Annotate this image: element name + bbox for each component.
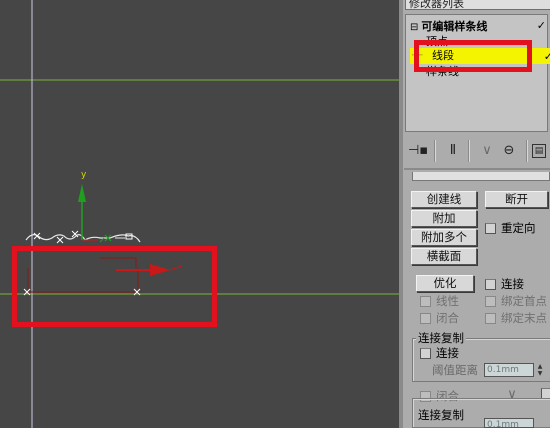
show-end-result-icon[interactable]: Ⅱ — [444, 142, 462, 160]
attach-button[interactable]: 附加 — [411, 210, 477, 227]
closed-checkbox[interactable]: 闭合 — [420, 311, 459, 326]
bottom-connect-copy-title: 连接复制 — [416, 408, 466, 422]
pin-stack-icon[interactable]: ⊣▪ — [408, 142, 428, 160]
connect-copy-title: 连接复制 — [416, 331, 466, 345]
linear-checkbox[interactable]: 线性 — [420, 294, 459, 309]
axis-y-arrow-icon — [78, 184, 86, 202]
checkbox-icon[interactable] — [420, 296, 431, 307]
viewport[interactable]: y — [0, 0, 399, 428]
checkbox-icon[interactable] — [420, 348, 431, 359]
configure-sets-icon[interactable]: ▤ — [532, 144, 546, 158]
bind-first-checkbox[interactable]: 绑定首点 — [485, 294, 547, 309]
bind-last-checkbox[interactable]: 绑定末点 — [485, 311, 547, 326]
connect-copy-checkbox[interactable]: 连接 — [420, 346, 459, 361]
stack-item-editable-spline[interactable]: ⊟ 可编辑样条线 — [410, 19, 487, 35]
cross-section-button[interactable]: 横截面 — [411, 248, 477, 265]
spline-vertices — [33, 230, 79, 244]
stack-visible-check-icon[interactable]: ✓ — [544, 50, 550, 63]
threshold-distance-label: 阈值距离 — [432, 363, 478, 377]
checkbox-icon[interactable] — [485, 223, 496, 234]
checkbox-icon[interactable] — [420, 313, 431, 324]
refine-button[interactable]: 优化 — [416, 275, 474, 292]
create-line-button[interactable]: 创建线 — [411, 191, 477, 208]
axis-y-label: y — [81, 170, 87, 180]
make-unique-icon[interactable]: ∨ — [478, 142, 496, 160]
annotation-box-stack — [414, 40, 532, 72]
break-button[interactable]: 断开 — [485, 191, 548, 208]
threshold-spinner-arrows-icon[interactable]: ▲ ▼ — [536, 363, 544, 377]
checkbox-icon[interactable] — [485, 279, 496, 290]
connect-checkbox[interactable]: 连接 — [485, 277, 524, 292]
remove-modifier-icon[interactable]: ⊖ — [500, 142, 518, 160]
geometry-rollout-title[interactable] — [412, 172, 550, 181]
rollout-divider — [404, 168, 550, 170]
stack-visible-check-icon[interactable]: ✓ — [537, 19, 546, 32]
modifier-stack[interactable]: ⊟ 可编辑样条线 ✓ 顶点 ┈┈ 线段 ✓ 样条线 — [405, 14, 550, 132]
annotation-box-viewport — [12, 246, 217, 327]
vertex-handle — [125, 233, 133, 240]
threshold-distance-field[interactable]: 0.1mm — [484, 363, 534, 377]
checkbox-icon[interactable] — [485, 296, 496, 307]
stack-toolbar: ⊣▪ Ⅱ ∨ ⊖ ▤ — [404, 140, 550, 162]
attach-multiple-button[interactable]: 附加多个 — [411, 229, 477, 246]
reorient-checkbox[interactable]: 重定向 — [485, 221, 536, 236]
checkbox-icon[interactable] — [485, 313, 496, 324]
viewport-canvas[interactable]: y — [0, 0, 399, 428]
modifier-list-dropdown[interactable]: 修改器列表 — [405, 0, 550, 10]
bottom-threshold-field[interactable]: 0.1mm — [484, 418, 534, 428]
